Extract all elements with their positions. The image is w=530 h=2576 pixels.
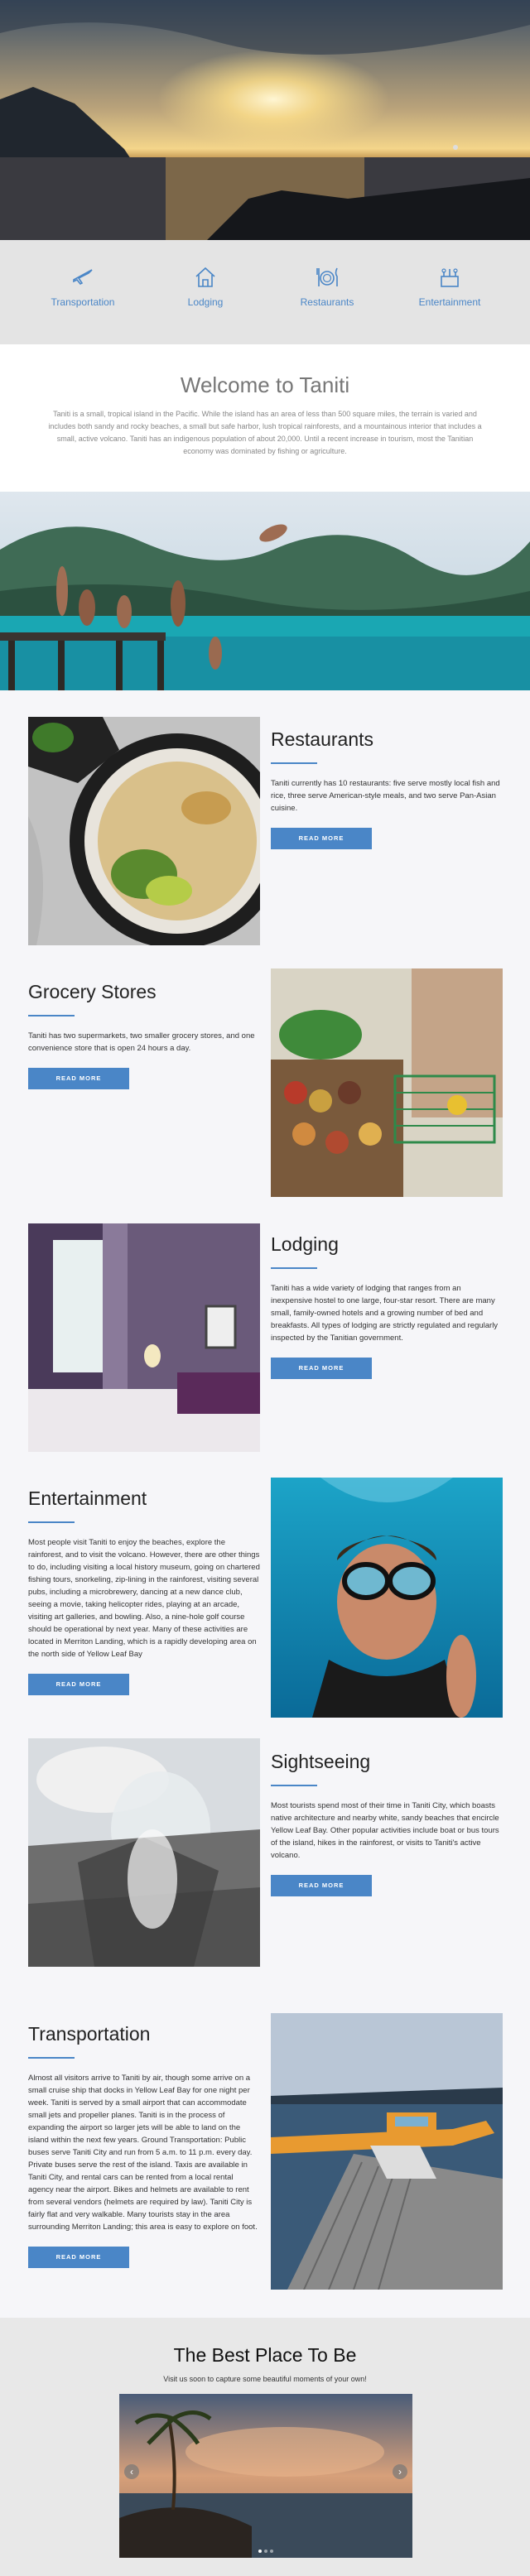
best-place-section: The Best Place To Be Visit us soon to ca… [0,2318,530,2576]
grocery-image [271,968,503,1197]
entertainment-icon [441,268,459,287]
section-title: Grocery Stores [28,981,157,1002]
hero-image [0,0,530,240]
title-underline [28,1521,75,1523]
category-nav: Transportation Lodging Restaurants Enter… [0,240,530,344]
dining-icon [316,267,338,286]
sightseeing-section: Sightseeing Most tourists spend most of … [271,1751,503,1896]
read-more-button[interactable]: READ MORE [271,828,372,849]
grocery-section: Grocery Stores Taniti has two supermarke… [28,981,260,1089]
entertainment-image [271,1478,503,1718]
section-title: Transportation [28,2023,151,2045]
restaurants-section: Restaurants Taniti currently has 10 rest… [271,728,503,849]
read-more-button[interactable]: READ MORE [28,1674,129,1695]
welcome-section: Welcome to Taniti Taniti is a small, tro… [0,344,530,492]
page-title: Welcome to Taniti [180,372,350,397]
house-icon [195,267,215,287]
section-title: Sightseeing [271,1751,371,1772]
nav-item-lodging[interactable]: Lodging [152,265,259,308]
read-more-button[interactable]: READ MORE [271,1875,372,1896]
nav-label: Lodging [187,296,224,308]
title-underline [28,2057,75,2059]
section-title: Lodging [271,1233,339,1255]
welcome-text: Taniti is a small, tropical island in th… [48,410,482,455]
section-title: Entertainment [28,1487,147,1509]
title-underline [271,762,317,764]
nav-label: Transportation [51,296,115,308]
nav-item-restaurants[interactable]: Restaurants [273,265,381,308]
title-underline [271,1267,317,1269]
transportation-image [271,2013,503,2290]
transportation-section: Transportation Almost all visitors arriv… [28,2023,260,2268]
entertainment-section: Entertainment Most people visit Taniti t… [28,1487,260,1695]
plane-icon [73,269,93,286]
carousel-prev-button[interactable]: ‹ [124,2464,139,2479]
title-underline [28,1015,75,1016]
lodging-section: Lodging Taniti has a wide variety of lod… [271,1233,503,1379]
section-subtitle: Visit us soon to capture some beautiful … [163,2375,367,2383]
section-text: Most people visit Taniti to enjoy the be… [28,1538,260,1659]
nav-label: Entertainment [418,296,481,308]
section-text: Taniti has a wide variety of lodging tha… [271,1284,499,1343]
sightseeing-image [28,1738,260,1967]
section-title: The Best Place To Be [173,2344,357,2366]
banner-image [0,492,530,690]
read-more-button[interactable]: READ MORE [28,1068,129,1089]
section-text: Taniti has two supermarkets, two smaller… [28,1031,255,1053]
read-more-button[interactable]: READ MORE [271,1358,372,1379]
section-text: Most tourists spend most of their time i… [271,1801,499,1860]
lodging-image [28,1223,260,1452]
restaurants-image [28,717,260,945]
photo-carousel[interactable]: ‹ › [119,2394,412,2558]
carousel-next-button[interactable]: › [393,2464,407,2479]
nav-item-entertainment[interactable]: Entertainment [396,265,504,308]
section-title: Restaurants [271,728,374,750]
nav-item-transportation[interactable]: Transportation [29,265,137,308]
section-text: Taniti currently has 10 restaurants: fiv… [271,779,500,813]
read-more-button[interactable]: READ MORE [28,2247,129,2268]
section-text: Almost all visitors arrive to Taniti by … [28,2074,258,2232]
title-underline [271,1785,317,1786]
nav-label: Restaurants [300,296,354,308]
